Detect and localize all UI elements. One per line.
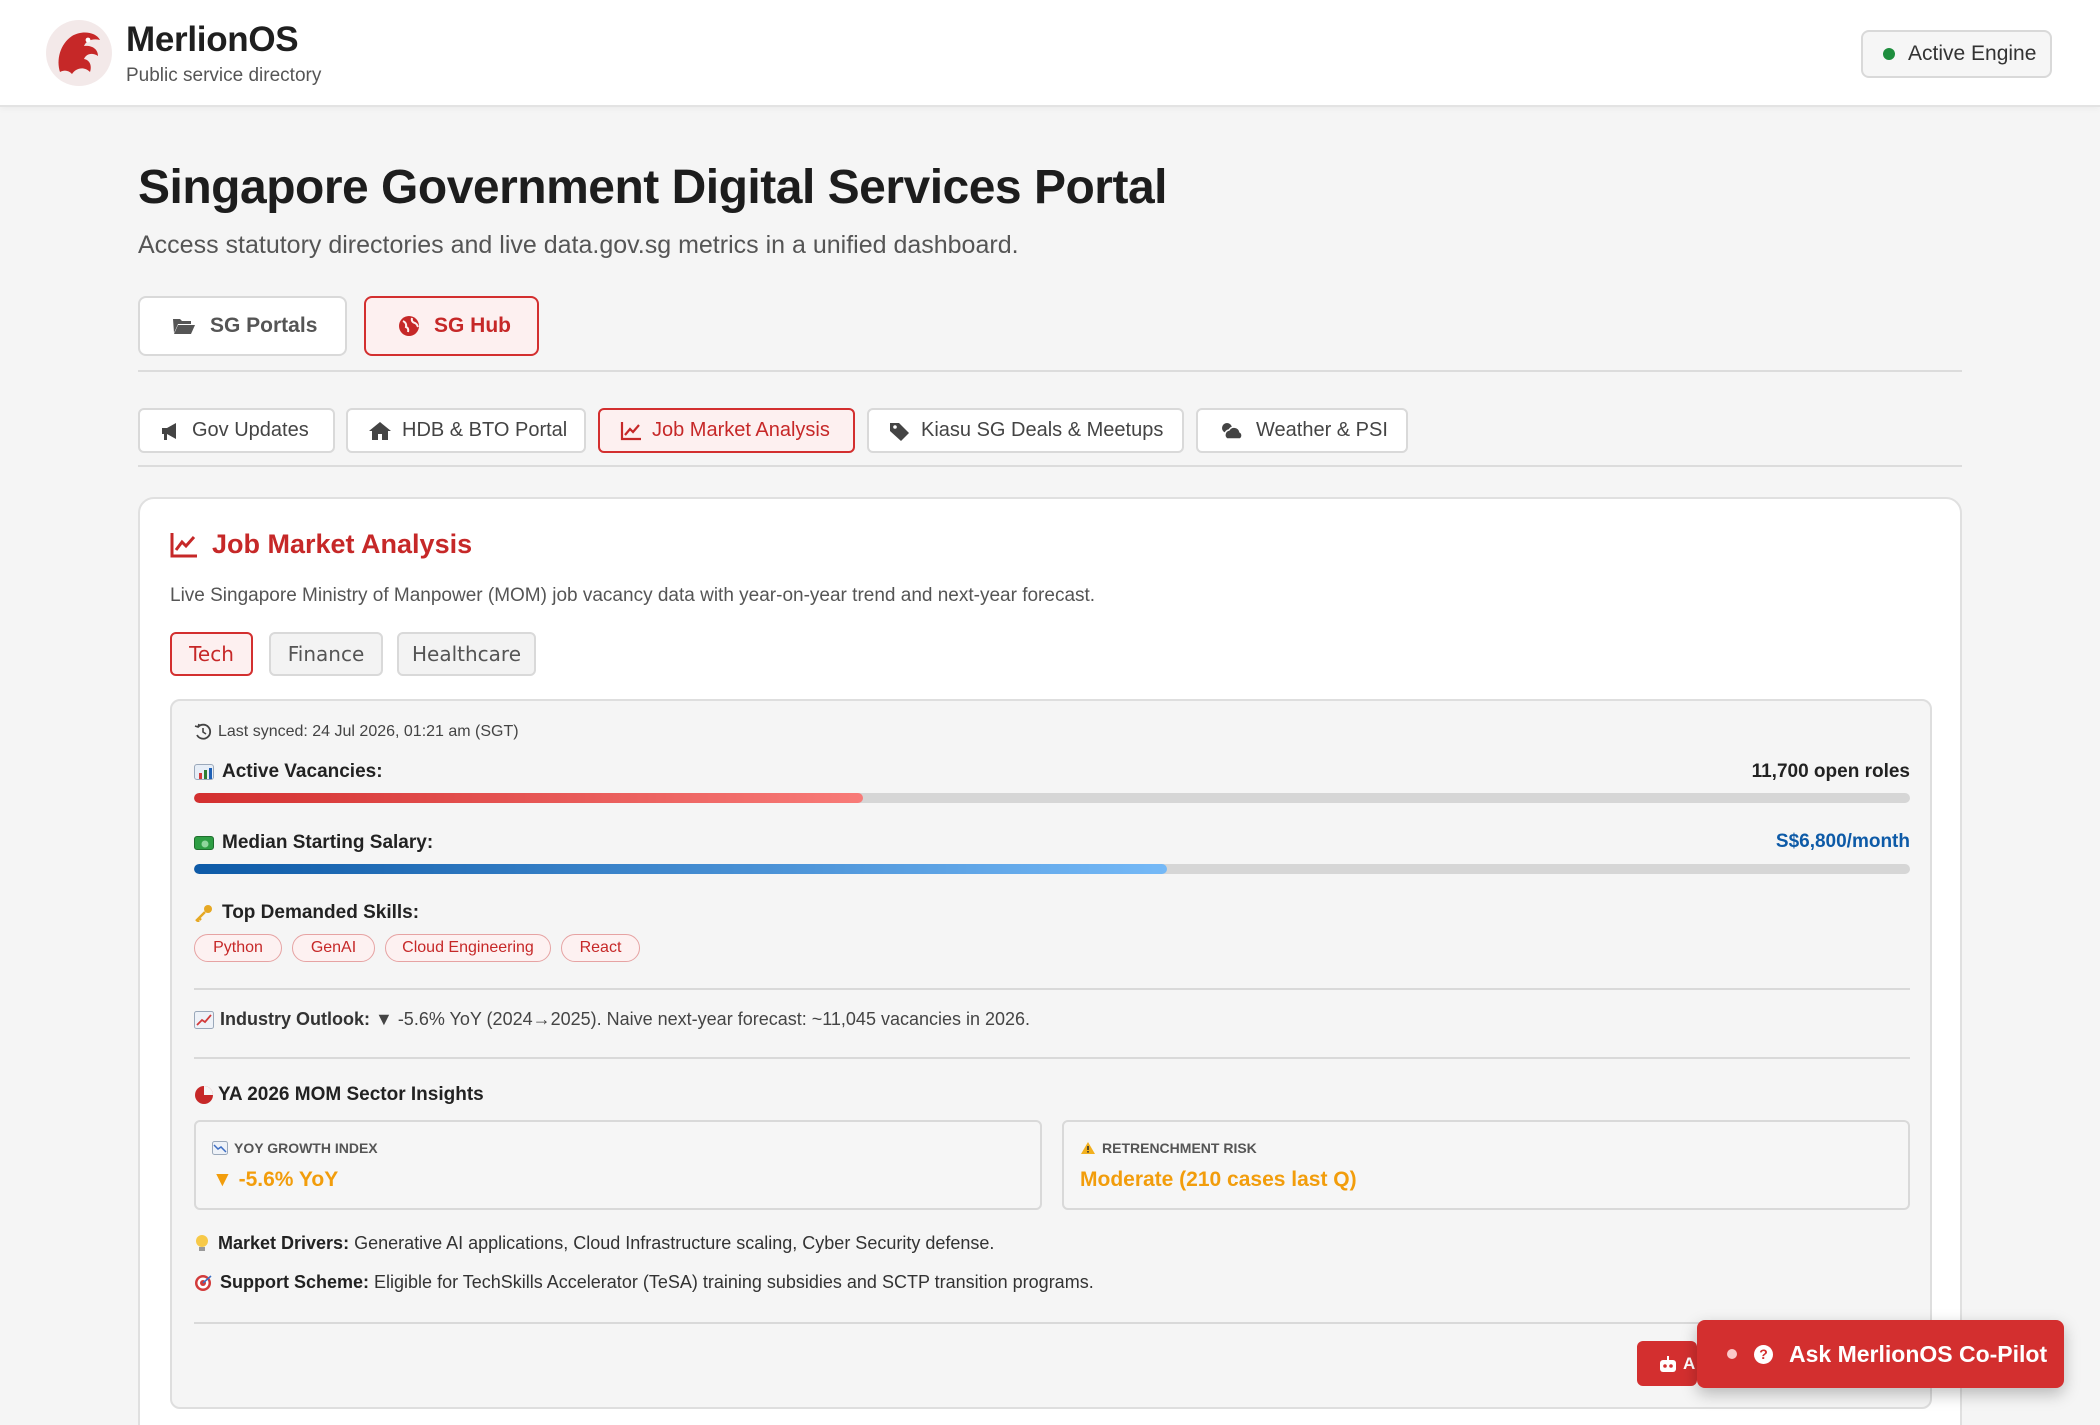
salary-progress-fill [194,864,1167,874]
vacancies-value: 11,700 open roles [1751,761,1910,782]
divider [138,370,1962,372]
support-scheme-text: Eligible for TechSkills Accelerator (TeS… [374,1272,1094,1292]
warning-icon [1081,1142,1095,1154]
skill-tag-react: React [561,934,640,962]
industry-outlook-text: ▼ -5.6% YoY (2024→2025). Naive next-year… [375,1009,1031,1029]
chart-line-icon [620,421,641,440]
last-synced-text: Last synced: 24 Jul 2026, 01:21 am (SGT) [218,723,519,740]
ai-assist-button[interactable]: A [1637,1341,1697,1386]
salary-label-text: Median Starting Salary: [222,832,434,853]
subtab-gov-updates-label: Gov Updates [192,419,309,441]
lightbulb-icon [196,1234,208,1251]
sector-chip-tech[interactable]: Tech [170,632,253,676]
page-title: Singapore Government Digital Services Po… [138,161,1167,214]
divider [194,1322,1910,1324]
help-icon: ? [1754,1344,1773,1364]
yoy-growth-value: ▼ -5.6% YoY [212,1168,339,1191]
top-bar: MerlionOS Public service directory Activ… [0,0,2100,107]
divider [138,465,1962,467]
skill-tag-python: Python [194,934,282,962]
salary-progress-bar [194,864,1910,874]
skills-label: Top Demanded Skills: [194,902,419,924]
chart-line-icon [170,532,197,557]
metrics-panel: Last synced: 24 Jul 2026, 01:21 am (SGT)… [170,699,1932,1409]
retrenchment-risk-label: RETRENCHMENT RISK [1080,1140,1257,1156]
retrenchment-risk-label-text: RETRENCHMENT RISK [1102,1140,1257,1156]
retrenchment-risk-box: RETRENCHMENT RISK Moderate (210 cases la… [1062,1120,1910,1210]
ask-copilot-button[interactable]: ? Ask MerlionOS Co-Pilot [1697,1320,2064,1388]
money-emoji-icon [194,836,214,850]
divider [194,988,1910,990]
yoy-growth-label: YOY GROWTH INDEX [212,1140,378,1156]
subtab-kiasu-deals[interactable]: Kiasu SG Deals & Meetups [867,408,1184,453]
support-scheme: Support Scheme: Eligible for TechSkills … [194,1272,1094,1293]
skills-label-text: Top Demanded Skills: [222,902,420,923]
bar-chart-emoji-icon [194,764,214,780]
tab-sg-hub[interactable]: SG Hub [364,296,539,356]
subtab-hdb-bto[interactable]: HDB & BTO Portal [346,408,586,453]
card-title: Job Market Analysis [170,529,472,560]
history-icon [194,723,212,740]
yoy-growth-label-text: YOY GROWTH INDEX [234,1140,378,1156]
folder-open-icon [173,319,195,334]
brand-subtitle: Public service directory [126,65,322,86]
page-subtitle: Access statutory directories and live da… [138,231,1019,259]
market-drivers-label: Market Drivers: [218,1233,350,1253]
globe-icon [399,316,419,336]
vacancies-progress-bar [194,793,1910,803]
tab-sg-hub-label: SG Hub [434,314,511,337]
vacancies-label-text: Active Vacancies: [222,761,383,782]
sector-chip-finance[interactable]: Finance [269,632,383,676]
yoy-growth-box: YOY GROWTH INDEX ▼ -5.6% YoY [194,1120,1042,1210]
last-synced: Last synced: 24 Jul 2026, 01:21 am (SGT) [194,723,519,741]
ask-copilot-label: Ask MerlionOS Co-Pilot [1789,1340,2048,1367]
divider [194,1057,1910,1059]
pie-chart-icon [195,1086,213,1104]
card-description: Live Singapore Ministry of Manpower (MOM… [170,585,1096,606]
megaphone-icon [162,422,176,440]
tag-icon [890,422,909,441]
tab-sg-portals[interactable]: SG Portals [138,296,347,356]
subtab-weather-psi-label: Weather & PSI [1256,419,1388,441]
merlion-logo[interactable] [46,20,112,86]
active-engine-button[interactable]: Active Engine [1861,30,2052,78]
chart-decreasing-emoji-icon [212,1141,228,1155]
salary-value: S$6,800/month [1775,831,1910,852]
vacancies-progress-fill [194,793,864,803]
ai-assist-button-label: A [1683,1353,1696,1373]
home-icon [369,421,391,440]
skill-tag-genai: GenAI [292,934,375,962]
subtab-hdb-bto-label: HDB & BTO Portal [402,419,568,441]
cloud-sun-icon [1222,422,1243,440]
brand-name: MerlionOS [126,20,299,59]
sector-insights-title-text: YA 2026 MOM Sector Insights [218,1084,484,1105]
card-title-text: Job Market Analysis [212,529,473,559]
status-dot-icon [1883,48,1895,60]
subtab-weather-psi[interactable]: Weather & PSI [1196,408,1408,453]
subtab-gov-updates[interactable]: Gov Updates [138,408,335,453]
market-drivers-text: Generative AI applications, Cloud Infras… [354,1233,995,1253]
market-drivers: Market Drivers: Generative AI applicatio… [194,1233,994,1254]
robot-icon [1660,1355,1676,1372]
engine-status-label: Active Engine [1908,42,2037,65]
support-scheme-label: Support Scheme: [220,1272,370,1292]
vacancies-label: Active Vacancies: [194,761,383,783]
key-icon [195,905,212,922]
subtab-kiasu-deals-label: Kiasu SG Deals & Meetups [921,419,1164,441]
industry-outlook: Industry Outlook: ▼ -5.6% YoY (2024→2025… [194,1009,1030,1030]
industry-outlook-label: Industry Outlook: [220,1009,370,1029]
tab-sg-portals-label: SG Portals [210,314,318,337]
sector-chip-healthcare[interactable]: Healthcare [397,632,536,676]
status-dot-icon [1727,1349,1737,1359]
job-market-card: Job Market Analysis Live Singapore Minis… [138,497,1962,1425]
target-icon [195,1274,212,1291]
subtab-job-market-label: Job Market Analysis [652,419,830,441]
skill-tag-cloud-engineering: Cloud Engineering [385,934,551,962]
chart-increasing-emoji-icon [194,1010,214,1029]
retrenchment-risk-value: Moderate (210 cases last Q) [1080,1168,1357,1191]
subtab-job-market[interactable]: Job Market Analysis [598,408,855,453]
sector-insights-title: YA 2026 MOM Sector Insights [194,1084,484,1106]
salary-label: Median Starting Salary: [194,832,433,854]
